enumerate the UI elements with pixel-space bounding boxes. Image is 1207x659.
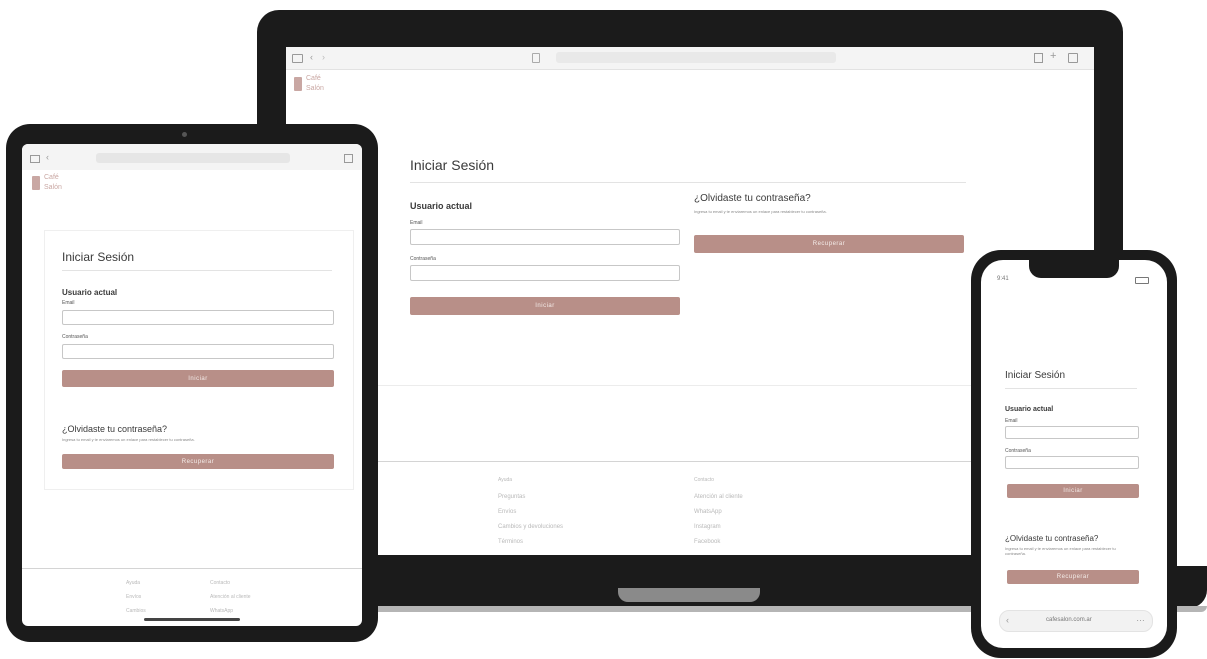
email-label: Email [410, 220, 423, 226]
sidebar-icon[interactable] [30, 155, 40, 163]
phone-device: 9:41 Iniciar Sesión Usuario actual Email… [971, 250, 1177, 658]
address-bar[interactable] [556, 52, 836, 63]
logo-icon [32, 176, 40, 190]
footer-link[interactable]: Cambios y devoluciones [498, 524, 563, 530]
footer-link[interactable]: WhatsApp [210, 608, 233, 614]
back-icon[interactable]: ‹ [46, 152, 49, 162]
battery-icon [1135, 277, 1149, 284]
password-field[interactable] [62, 344, 334, 359]
title-divider [1005, 388, 1137, 389]
add-tab-icon[interactable]: + [1050, 50, 1056, 62]
laptop-notch [618, 588, 760, 602]
login-button[interactable]: Iniciar [62, 370, 334, 387]
back-icon[interactable]: ‹ [1006, 615, 1009, 625]
forward-icon[interactable]: › [322, 52, 325, 62]
title-divider [410, 182, 966, 183]
forgot-text: Ingresa tu email y te enviaremos un enla… [694, 209, 827, 214]
footer-link[interactable]: Envíos [498, 509, 516, 515]
brand-line1: Café [306, 75, 321, 82]
brand-line1: Café [44, 174, 59, 181]
footer-col1-title: Ayuda [498, 477, 513, 483]
brand-logo[interactable]: Café Salón [294, 75, 354, 105]
tablet-toolbar: ‹ [22, 144, 362, 170]
forgot-text: Ingresa tu email y te enviaremos un enla… [1005, 546, 1116, 556]
footer-link[interactable]: Atención al cliente [210, 594, 251, 600]
section-user-title: Usuario actual [1005, 406, 1054, 413]
title-divider [62, 270, 332, 271]
forgot-text: Ingresa tu email y te enviaremos un enla… [62, 437, 195, 442]
section-user-title: Usuario actual [410, 201, 473, 211]
logo-icon [294, 77, 302, 91]
forgot-title: ¿Olvidaste tu contraseña? [62, 424, 168, 434]
email-field[interactable] [410, 229, 680, 245]
address-bar[interactable] [96, 153, 290, 163]
login-button[interactable]: Iniciar [410, 297, 680, 315]
sidebar-icon[interactable] [292, 54, 303, 63]
footer-col2-title: Contacto [694, 477, 715, 483]
footer-link[interactable]: Ayuda [126, 580, 140, 586]
footer-link[interactable]: Instagram [694, 524, 721, 530]
brand-line2: Salón [44, 184, 62, 191]
footer-link[interactable]: Cambios [126, 608, 146, 614]
forgot-title: ¿Olvidaste tu contraseña? [694, 193, 811, 204]
email-label: Email [62, 300, 75, 306]
browser-toolbar: ‹ › + [286, 47, 1094, 70]
footer-link[interactable]: WhatsApp [694, 509, 722, 515]
footer-divider [22, 568, 362, 569]
footer-link[interactable]: Términos [498, 539, 523, 545]
share-icon[interactable] [1034, 53, 1043, 63]
footer-link[interactable]: Atención al cliente [694, 494, 743, 500]
tabs-icon[interactable] [344, 154, 353, 163]
password-label: Contraseña [1005, 448, 1031, 454]
footer-link[interactable]: Preguntas [498, 494, 525, 500]
email-field[interactable] [1005, 426, 1139, 439]
page-url: cafesalon.com.ar [1046, 617, 1092, 623]
brand-logo[interactable]: Café Salón [32, 174, 92, 202]
shield-icon [532, 53, 540, 63]
tablet-camera [182, 132, 187, 137]
phone-url-bar[interactable]: ‹ cafesalon.com.ar … [999, 610, 1153, 632]
password-field[interactable] [410, 265, 680, 281]
recover-button[interactable]: Recuperar [694, 235, 964, 253]
login-button[interactable]: Iniciar [1007, 484, 1139, 498]
section-user-title: Usuario actual [62, 288, 118, 297]
password-label: Contraseña [410, 256, 436, 262]
tablet-device: ‹ Café Salón Iniciar Sesión Usuario actu… [6, 124, 378, 642]
login-card [44, 230, 354, 490]
more-icon[interactable]: … [1136, 613, 1145, 623]
footer-link[interactable]: Envíos [126, 594, 141, 600]
footer-link[interactable]: Facebook [694, 539, 720, 545]
page-title: Iniciar Sesión [410, 157, 495, 173]
password-field[interactable] [1005, 456, 1139, 469]
page-title: Iniciar Sesión [1005, 370, 1066, 381]
back-icon[interactable]: ‹ [310, 52, 313, 62]
recover-button[interactable]: Recuperar [62, 454, 334, 469]
status-time: 9:41 [997, 276, 1009, 282]
password-label: Contraseña [62, 334, 88, 340]
brand-line2: Salón [306, 85, 324, 92]
recover-button[interactable]: Recuperar [1007, 570, 1139, 584]
tablet-screen: ‹ Café Salón Iniciar Sesión Usuario actu… [22, 144, 362, 626]
forgot-title: ¿Olvidaste tu contraseña? [1005, 534, 1099, 543]
email-field[interactable] [62, 310, 334, 325]
tabs-icon[interactable] [1068, 53, 1078, 63]
footer-link[interactable]: Contacto [210, 580, 230, 586]
home-indicator [144, 618, 240, 621]
email-label: Email [1005, 418, 1018, 424]
page-title: Iniciar Sesión [62, 250, 135, 264]
phone-screen: 9:41 Iniciar Sesión Usuario actual Email… [981, 260, 1167, 648]
phone-notch [1029, 260, 1119, 278]
